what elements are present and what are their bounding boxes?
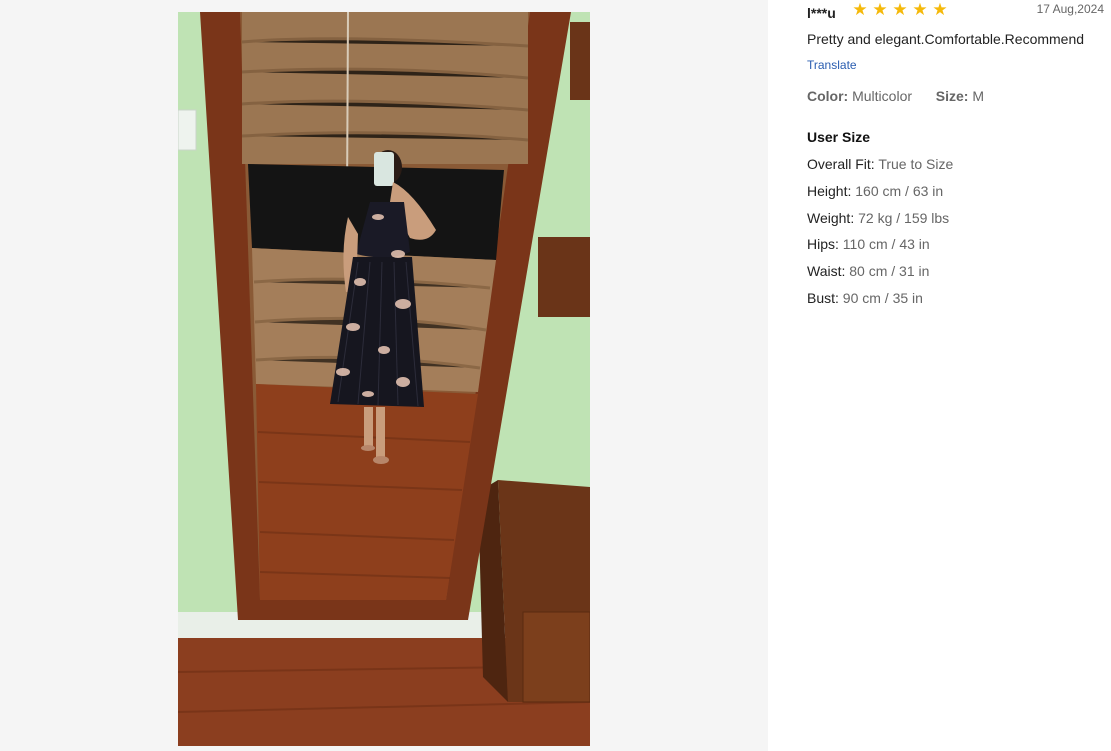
reviewer-row: l***u ★ ★ ★ ★ ★ 17 Aug,2024 bbox=[807, 2, 1107, 22]
list-item: Weight: 72 kg / 159 lbs bbox=[807, 210, 953, 237]
review-date: 17 Aug,2024 bbox=[1036, 2, 1104, 16]
list-item: Hips: 110 cm / 43 in bbox=[807, 236, 953, 263]
height-value: 160 cm / 63 in bbox=[855, 182, 944, 199]
review-panel: l***u ★ ★ ★ ★ ★ 17 Aug,2024 Pretty and e… bbox=[807, 0, 1111, 751]
list-item: Overall Fit: True to Size bbox=[807, 156, 953, 183]
star-icon: ★ bbox=[892, 0, 908, 20]
review-photo-gallery bbox=[0, 0, 768, 751]
review-photo[interactable] bbox=[178, 12, 590, 746]
bust-value: 90 cm / 35 in bbox=[842, 289, 923, 306]
list-item: Height: 160 cm / 63 in bbox=[807, 183, 953, 210]
list-item: Bust: 90 cm / 35 in bbox=[807, 290, 953, 317]
reviewer-name: l***u bbox=[807, 5, 836, 21]
star-icon: ★ bbox=[852, 0, 868, 20]
bust-label: Bust: bbox=[807, 289, 839, 306]
star-icon: ★ bbox=[872, 0, 888, 20]
list-item: Waist: 80 cm / 31 in bbox=[807, 263, 953, 290]
overall-fit-label: Overall Fit: bbox=[807, 156, 875, 172]
star-icon: ★ bbox=[912, 0, 928, 20]
weight-label: Weight: bbox=[807, 209, 855, 226]
size-value: M bbox=[972, 88, 985, 104]
color-value: Multicolor bbox=[852, 88, 913, 104]
hips-value: 110 cm / 43 in bbox=[842, 236, 930, 253]
translate-link[interactable]: Translate bbox=[807, 58, 857, 72]
overall-fit-value: True to Size bbox=[878, 156, 954, 172]
rating-stars: ★ ★ ★ ★ ★ bbox=[852, 2, 948, 19]
height-label: Height: bbox=[807, 182, 852, 199]
waist-value: 80 cm / 31 in bbox=[849, 263, 930, 280]
user-size-title: User Size bbox=[807, 129, 871, 145]
purchase-attributes: Color: Multicolor Size: M bbox=[807, 88, 984, 104]
size-label: Size: bbox=[935, 88, 969, 104]
weight-value: 72 kg / 159 lbs bbox=[858, 209, 950, 226]
color-label: Color: bbox=[807, 88, 849, 104]
star-icon: ★ bbox=[932, 0, 948, 20]
user-size-list: Overall Fit: True to Size Height: 160 cm… bbox=[807, 156, 953, 317]
mirror-selfie-image bbox=[178, 12, 590, 746]
waist-label: Waist: bbox=[807, 263, 846, 280]
hips-label: Hips: bbox=[807, 236, 839, 253]
review-text: Pretty and elegant.Comfortable.Recommend bbox=[807, 31, 1085, 47]
